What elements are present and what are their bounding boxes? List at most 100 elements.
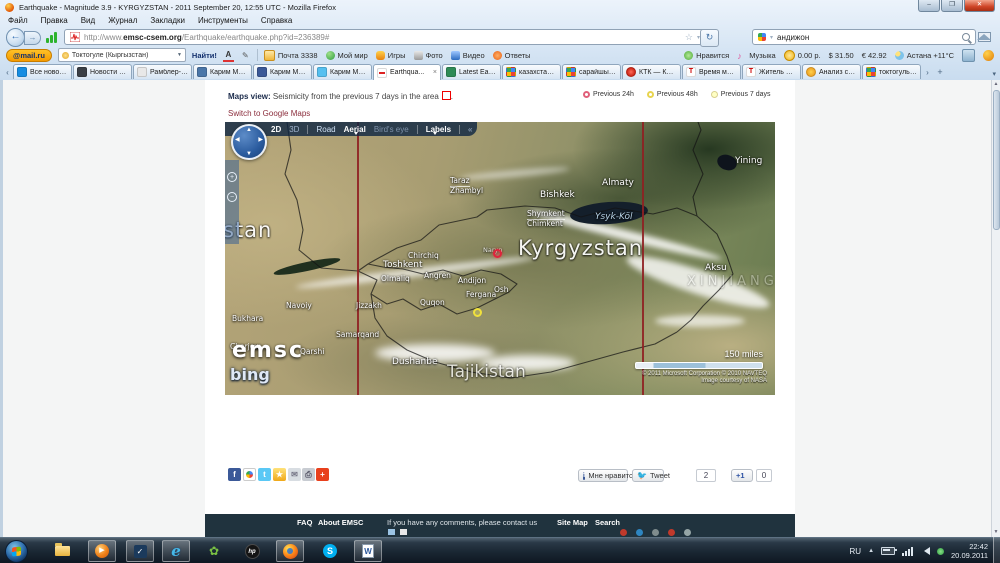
find-button[interactable]: Найти!: [192, 51, 217, 60]
tab[interactable]: Карим Мас...: [313, 64, 372, 79]
reload-button[interactable]: ↻: [700, 29, 719, 47]
mailru-search-input[interactable]: Токтогуле (Кыргызстан) ▼: [58, 48, 186, 62]
footer-flag-icon[interactable]: [388, 529, 395, 535]
forward-button[interactable]: →: [24, 31, 41, 45]
addon-chart-icon[interactable]: [46, 31, 58, 43]
menu-item[interactable]: Журнал: [108, 16, 137, 25]
email-share-icon[interactable]: ✉: [288, 468, 301, 481]
compass-control[interactable]: ▲▼◀▶: [231, 124, 267, 160]
taskbar-explorer-icon[interactable]: [48, 540, 76, 562]
bookmark-item[interactable]: Фото: [414, 51, 443, 60]
map-control[interactable]: 3D: [289, 125, 299, 134]
share-plus-icon[interactable]: +: [316, 468, 329, 481]
bookmark-star-icon[interactable]: ☆: [685, 32, 693, 43]
bookmark-item[interactable]: Мой мир: [326, 51, 368, 60]
bookmark-item[interactable]: Почта 3338: [264, 50, 318, 61]
tab[interactable]: Новости дн...: [73, 64, 132, 79]
list-all-tabs-icon[interactable]: ▾: [992, 70, 996, 78]
bookmark-item[interactable]: 0.00 р.: [784, 50, 821, 61]
switch-to-google-maps-link[interactable]: Switch to Google Maps: [228, 109, 310, 118]
tab[interactable]: Карим Мас...: [193, 64, 252, 79]
taskbar-mediaplayer-icon[interactable]: ▶: [88, 540, 116, 562]
new-tab-button[interactable]: +: [933, 65, 947, 80]
tab[interactable]: Latest Earth...: [442, 64, 501, 79]
settings-orb-icon[interactable]: [983, 50, 994, 61]
tab[interactable]: Earthqua... ×: [373, 64, 441, 80]
bookmark-item[interactable]: Нравится: [684, 51, 729, 60]
menu-item[interactable]: Правка: [41, 16, 68, 25]
bookmark-item[interactable]: Игры: [376, 51, 406, 60]
zoom-in-button[interactable]: +: [227, 172, 237, 182]
about-emsc-link[interactable]: About EMSC: [318, 518, 363, 527]
url-bar[interactable]: http://www.emsc-csem.org/Earthquake/eart…: [64, 29, 706, 45]
google-share-icon[interactable]: [243, 468, 256, 481]
bing-map[interactable]: stanKyrgyzstanTajikistanXINJIANGAlmatyBi…: [225, 122, 775, 395]
tab[interactable]: Карим Мас...: [253, 64, 312, 79]
tweet-button[interactable]: 🐦 Tweet: [632, 469, 664, 482]
map-control[interactable]: Aerial: [344, 125, 366, 134]
footer-flag-icon[interactable]: [400, 529, 407, 535]
search-box[interactable]: ▾ андижон: [752, 29, 976, 45]
engine-dropdown-icon[interactable]: ▾: [770, 34, 773, 41]
network-signal-icon[interactable]: [902, 547, 913, 556]
footer-search-link[interactable]: Search: [595, 518, 620, 527]
bookmark-item[interactable]: Музыка: [737, 51, 776, 60]
font-style-icon[interactable]: A: [223, 49, 234, 62]
bookmark-star-share-icon[interactable]: ★: [273, 468, 286, 481]
tab-scroll-right[interactable]: ›: [922, 65, 933, 80]
home-icon[interactable]: [978, 32, 991, 42]
tab[interactable]: Время мен...: [682, 64, 741, 79]
tab-close-icon[interactable]: ×: [433, 69, 437, 76]
menu-item[interactable]: Инструменты: [198, 16, 248, 25]
taskbar-firefox-icon[interactable]: [276, 540, 304, 562]
faq-link[interactable]: FAQ: [297, 518, 312, 527]
area-checkbox[interactable]: [442, 91, 451, 100]
zoom-out-button[interactable]: −: [227, 192, 237, 202]
taskbar-icq-icon[interactable]: ✿: [200, 540, 228, 562]
taskbar-hp-icon[interactable]: hp: [238, 540, 266, 562]
scroll-down-icon[interactable]: ▼: [992, 528, 1000, 537]
scrollbar-thumb[interactable]: [993, 90, 1000, 230]
taskbar-ie-icon[interactable]: e: [162, 540, 190, 562]
show-desktop-button[interactable]: [993, 537, 1000, 563]
chevron-down-icon[interactable]: ▼: [177, 52, 182, 58]
scroll-up-icon[interactable]: ▲: [992, 80, 1000, 89]
back-button[interactable]: ←: [6, 28, 25, 47]
battery-icon[interactable]: [881, 547, 895, 555]
clock[interactable]: 22:42 20.09.2011: [951, 542, 988, 560]
twitter-share-icon[interactable]: t: [258, 468, 271, 481]
facebook-like-button[interactable]: f Мне нравится: [578, 469, 628, 482]
scrollbar[interactable]: ▲ ▼: [991, 80, 1000, 537]
footer-social-icon[interactable]: [620, 529, 627, 536]
map-control[interactable]: 2D: [271, 125, 281, 134]
tab-scroll-left[interactable]: ‹: [2, 65, 13, 80]
footer-social-icon[interactable]: [668, 529, 675, 536]
tab[interactable]: Все новост...: [13, 64, 72, 79]
menu-item[interactable]: Справка: [261, 16, 292, 25]
status-dot-icon[interactable]: [937, 548, 944, 555]
taskbar-skype-icon[interactable]: S: [316, 540, 344, 562]
tab[interactable]: Житель юж...: [742, 64, 801, 79]
taskbar-checkapp-icon[interactable]: ✓: [126, 540, 154, 562]
map-control[interactable]: «: [459, 125, 472, 134]
tab[interactable]: КТК — Ком...: [622, 64, 681, 79]
bookmark-item[interactable]: $ 31.50: [829, 51, 854, 60]
site-map-link[interactable]: Site Map: [557, 518, 588, 527]
footer-social-icon[interactable]: [652, 529, 659, 536]
close-button[interactable]: ✕: [964, 0, 995, 12]
search-icon[interactable]: [962, 33, 970, 41]
footer-social-icon[interactable]: [684, 529, 691, 536]
map-control[interactable]: Bird's eye: [374, 125, 409, 134]
tab[interactable]: токтогуль к...: [862, 64, 921, 79]
footer-social-icon[interactable]: [636, 529, 643, 536]
earthquake-marker[interactable]: [493, 249, 502, 258]
menu-item[interactable]: Закладки: [150, 16, 185, 25]
volume-icon[interactable]: [920, 547, 930, 555]
tab[interactable]: казахстан - ...: [502, 64, 561, 79]
taskbar-word-icon[interactable]: W: [354, 540, 382, 562]
tab[interactable]: Анализ сво...: [802, 64, 861, 79]
start-button[interactable]: [5, 540, 28, 563]
map-control[interactable]: Road: [307, 125, 335, 134]
menu-item[interactable]: Файл: [8, 16, 28, 25]
bookmark-item[interactable]: € 42.92: [862, 51, 887, 60]
